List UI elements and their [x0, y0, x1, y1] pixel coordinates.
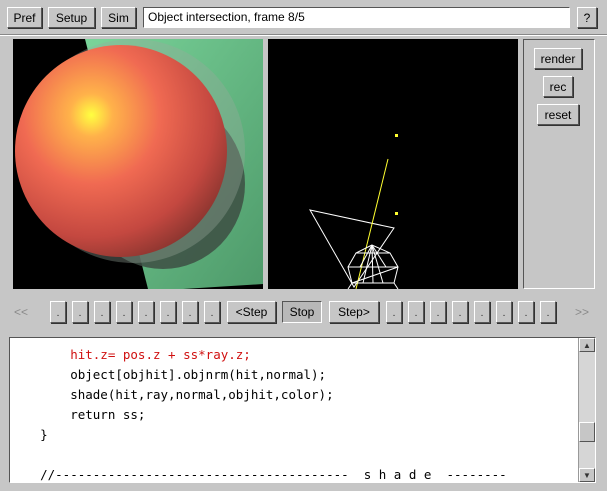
frame-cell[interactable]: . [496, 301, 512, 323]
frame-title-field[interactable]: Object intersection, frame 8/5 [143, 7, 570, 28]
frame-cell[interactable]: . [138, 301, 154, 323]
frame-cell[interactable]: . [408, 301, 424, 323]
frame-cell[interactable]: . [518, 301, 534, 323]
frame-cell[interactable]: . [474, 301, 490, 323]
fast-forward-button[interactable]: >> [575, 305, 589, 319]
code-line: //--------------------------------------… [10, 467, 507, 482]
rec-button[interactable]: rec [543, 76, 573, 97]
frame-cell[interactable]: . [386, 301, 402, 323]
help-button[interactable]: ? [577, 7, 597, 28]
code-line: hit.z= pos.z + ss*ray.z; [10, 347, 251, 362]
scroll-thumb[interactable] [579, 422, 595, 442]
code-line: object[objhit].objnrm(hit,normal); [10, 367, 327, 382]
render-view [13, 39, 263, 289]
wireframe-image [309, 134, 399, 289]
frame-cell[interactable]: . [94, 301, 110, 323]
render-button[interactable]: render [534, 48, 582, 69]
frame-cell[interactable]: . [204, 301, 220, 323]
toolbar-separator [0, 34, 607, 36]
arrow-up-icon[interactable]: ▲ [579, 338, 595, 352]
render-image [15, 39, 263, 289]
code-scrollbar[interactable]: ▲ ▼ [578, 338, 595, 482]
wireframe-view [268, 39, 518, 289]
frame-cell[interactable]: . [160, 301, 176, 323]
step-back-button[interactable]: <Step [227, 301, 276, 323]
frame-cell[interactable]: . [540, 301, 556, 323]
step-forward-button[interactable]: Step> [329, 301, 379, 323]
code-line: shade(hit,ray,normal,objhit,color); [10, 387, 334, 402]
frame-cell[interactable]: . [452, 301, 468, 323]
pref-button[interactable]: Pref [7, 7, 42, 28]
arrow-down-icon[interactable]: ▼ [579, 468, 595, 482]
frame-cell[interactable]: . [72, 301, 88, 323]
code-line: return ss; [10, 407, 146, 422]
stop-button[interactable]: Stop [282, 301, 322, 323]
rewind-button[interactable]: << [14, 305, 28, 319]
reset-button[interactable]: reset [537, 104, 579, 125]
frame-cell[interactable]: . [182, 301, 198, 323]
code-view[interactable]: hit.z= pos.z + ss*ray.z; object[objhit].… [9, 337, 596, 483]
code-line: } [10, 427, 48, 442]
setup-button[interactable]: Setup [48, 7, 95, 28]
sim-button[interactable]: Sim [101, 7, 136, 28]
frame-cell[interactable]: . [430, 301, 446, 323]
frame-cell[interactable]: . [50, 301, 66, 323]
frame-cell[interactable]: . [116, 301, 132, 323]
